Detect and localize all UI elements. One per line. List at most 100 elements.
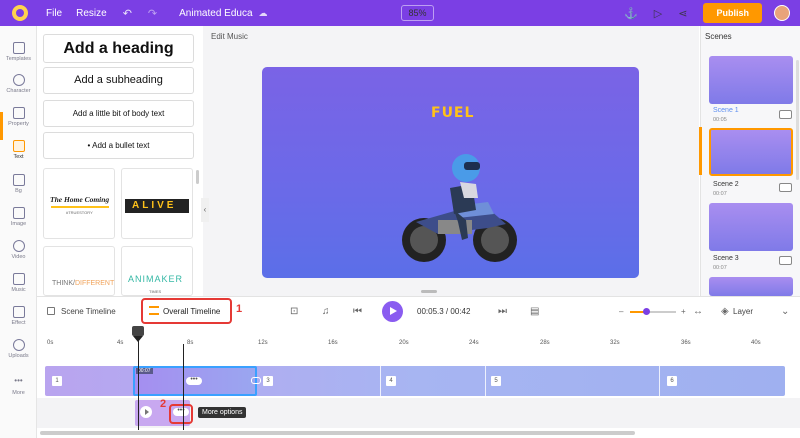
redo-icon[interactable]: ↷ [148, 7, 157, 20]
segment-number[interactable]: 3 [263, 376, 273, 386]
uploads-icon [12, 339, 25, 351]
tick-label: 32s [610, 340, 620, 346]
chevron-down-icon[interactable]: ⌄ [781, 306, 789, 317]
scene-thumbnail-2[interactable] [709, 128, 793, 176]
music-play-icon[interactable] [140, 406, 152, 418]
scene-name-2: Scene 2 [713, 181, 739, 188]
scene-name-1: Scene 1 [713, 107, 739, 114]
add-bullet-text-button[interactable]: • Add a bullet text [43, 132, 194, 159]
scenes-scrollbar[interactable] [796, 60, 799, 180]
zoom-in-icon[interactable]: + [681, 307, 686, 316]
collapse-panel-button[interactable]: ‹ [201, 198, 209, 222]
voice-icon[interactable]: ♫ [322, 306, 330, 317]
text-icon [12, 140, 25, 152]
canvas-fuel-text[interactable]: FUEL [431, 105, 474, 121]
segment-number[interactable]: 1 [52, 376, 62, 386]
stage-resize-handle[interactable] [421, 290, 437, 293]
rail-item-property[interactable]: Property [0, 107, 37, 127]
transition-link-icon[interactable] [251, 377, 261, 384]
segment-number[interactable]: 4 [386, 376, 396, 386]
overall-timeline-tab[interactable]: Overall Timeline [163, 307, 220, 316]
more-options-highlight [169, 404, 193, 424]
play-button[interactable] [382, 301, 403, 322]
cloud-save-icon: ☁ [258, 7, 268, 18]
fit-screen-icon[interactable]: ⊡ [290, 306, 298, 317]
rail-item-more[interactable]: ••• More [0, 376, 37, 396]
zoom-level[interactable]: 85% [401, 5, 434, 21]
project-title[interactable]: Animated Educa [179, 8, 252, 19]
music-icon [12, 273, 25, 285]
publish-button[interactable]: Publish [703, 3, 762, 23]
layer-button[interactable]: Layer [733, 307, 753, 316]
scenes-title: Scenes [705, 32, 732, 41]
text-style-card-think[interactable]: THINK/DIFFERENT [43, 246, 115, 296]
card-title: The Home Coming [50, 195, 110, 204]
scene-transition-icon[interactable] [779, 110, 792, 119]
scene-timeline-tab[interactable]: Scene Timeline [61, 307, 116, 316]
timeline-scrollbar[interactable] [40, 431, 635, 435]
tick-label: 36s [681, 340, 691, 346]
tick-label: 40s [751, 340, 761, 346]
scene-duration-1: 00:05 [713, 117, 727, 123]
segment-number[interactable]: 6 [667, 376, 677, 386]
scene-thumbnail-3[interactable] [709, 203, 793, 251]
scene-thumbnail-1[interactable] [709, 56, 793, 104]
tick-label: 0s [47, 340, 54, 346]
card-subtitle: TIMES [149, 289, 162, 294]
scene-transition-icon[interactable] [779, 183, 792, 192]
rail-item-text[interactable]: Text [0, 140, 37, 160]
add-body-text-button[interactable]: Add a little bit of body text [43, 100, 194, 127]
resize-menu[interactable]: Resize [76, 8, 107, 19]
skip-forward-icon[interactable]: ⏭ [498, 306, 507, 317]
zoom-out-icon[interactable]: – [619, 307, 623, 316]
segment-divider [485, 366, 486, 396]
rail-item-bg[interactable]: Bg [0, 174, 37, 194]
rail-item-music[interactable]: Music [0, 273, 37, 293]
segment-divider [659, 366, 660, 396]
anchor-icon[interactable]: ⚓ [624, 7, 638, 20]
total-time: 00:42 [450, 307, 471, 316]
text-style-card-alive[interactable]: ALIVE [121, 168, 193, 239]
file-menu[interactable]: File [46, 8, 62, 19]
cursor-line [183, 344, 184, 430]
add-subheading-button[interactable]: Add a subheading [43, 67, 194, 94]
text-style-card-animaker[interactable]: ANIMAKER TIMES [121, 246, 193, 296]
segment-number[interactable]: 5 [491, 376, 501, 386]
time-display: 00:05.3 / 00:42 [417, 307, 470, 316]
text-style-card-homecoming[interactable]: The Home Coming #TRUESTORY [43, 168, 115, 239]
rail-item-image[interactable]: Image [0, 207, 37, 227]
effect-icon [12, 306, 25, 318]
add-heading-button[interactable]: Add a heading [43, 34, 194, 63]
undo-icon[interactable]: ↶ [123, 7, 132, 20]
animaker-logo-icon[interactable] [12, 5, 28, 21]
avatar[interactable] [774, 5, 790, 21]
rail-item-effect[interactable]: Effect [0, 306, 37, 326]
layer-icon[interactable]: ◈ [721, 306, 729, 317]
scene-thumbnail-4[interactable] [709, 277, 793, 296]
scene-name-3: Scene 3 [713, 255, 739, 262]
preview-icon[interactable]: ▷ [654, 7, 662, 20]
share-icon[interactable]: ⋖ [678, 7, 687, 20]
rail-item-uploads[interactable]: Uploads [0, 339, 37, 359]
current-time: 00:05.3 [417, 307, 444, 316]
scene-duration-3: 00:07 [713, 265, 727, 271]
image-icon [12, 207, 25, 219]
skip-back-icon[interactable]: ⏮ [353, 306, 362, 317]
playhead-arrow [133, 336, 143, 342]
rail-item-character[interactable]: Character [0, 74, 37, 94]
scene-transition-icon[interactable] [779, 256, 792, 265]
panel-scrollbar[interactable] [196, 170, 199, 184]
segment-more-options-button[interactable]: ••• [186, 376, 202, 385]
subtitle-icon[interactable]: ▤ [530, 306, 539, 317]
playhead-handle[interactable] [132, 326, 144, 336]
tick-label: 28s [540, 340, 550, 346]
timeline-zoom-knob[interactable] [643, 308, 650, 315]
expand-icon[interactable]: ↔ [693, 306, 703, 317]
rail-item-video[interactable]: Video [0, 240, 37, 260]
annotation-number-2: 2 [160, 398, 167, 410]
rail-item-templates[interactable]: Templates [0, 42, 37, 62]
property-icon [12, 107, 25, 119]
motorcycle-rider-character[interactable] [398, 148, 524, 266]
bullet-label: Add a bullet text [92, 141, 150, 150]
card-title: THINK/DIFFERENT [52, 280, 114, 287]
